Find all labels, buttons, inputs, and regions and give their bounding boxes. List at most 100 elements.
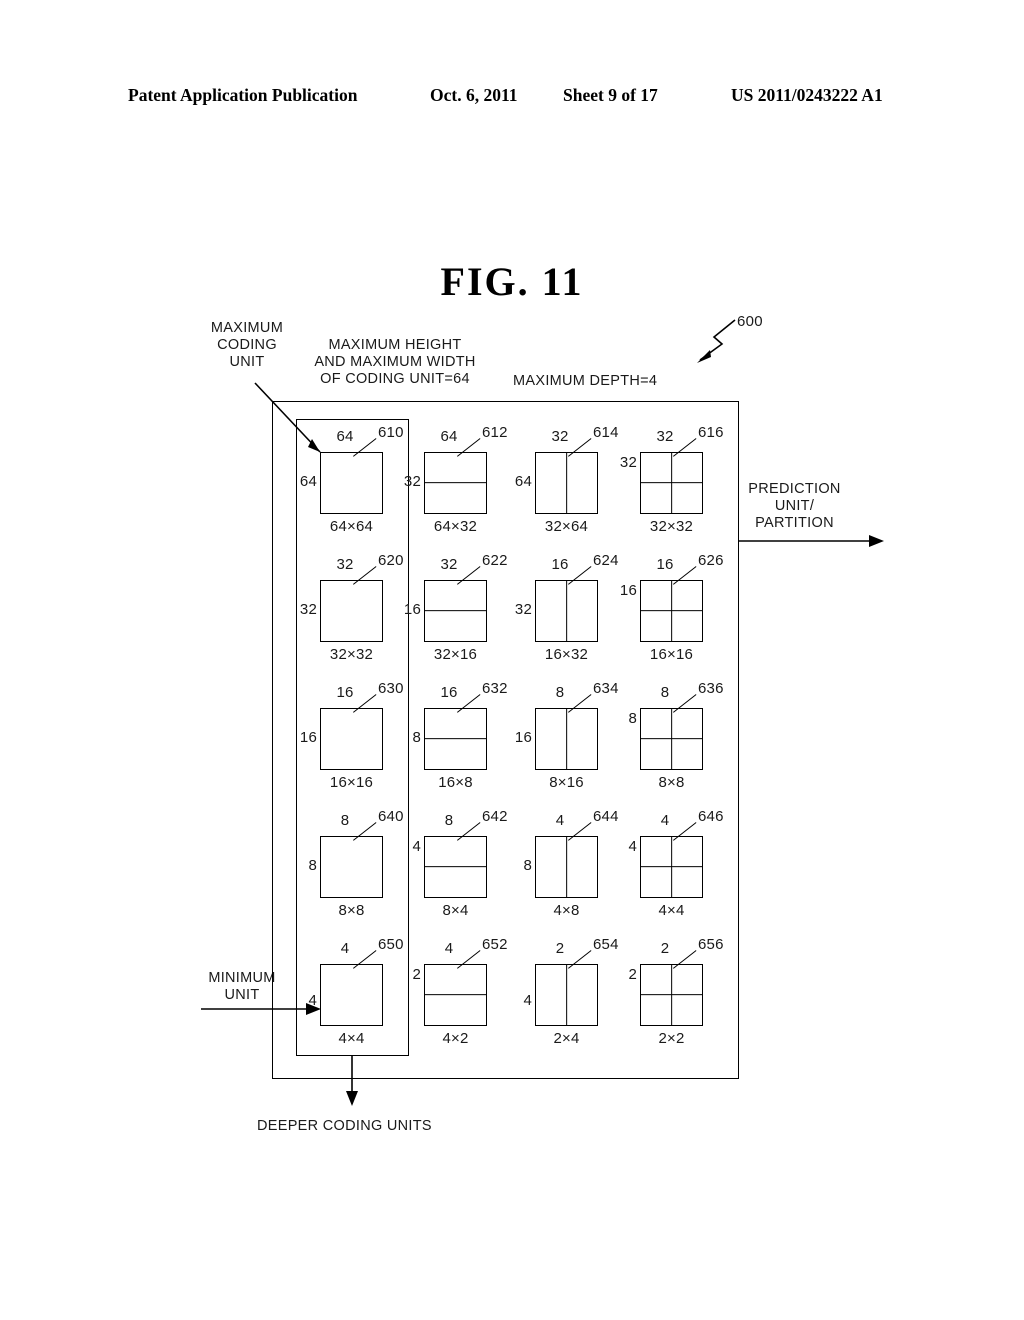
coding-unit-622 [424,580,487,642]
cu-636-dimension-label: 8×8 [658,774,685,791]
coding-unit-620 [320,580,383,642]
cu-644-reference-numeral: 644 [593,808,619,825]
cu-616-reference-numeral: 616 [698,424,724,441]
cu-642-reference-numeral: 642 [482,808,508,825]
vertical-split-line [565,581,567,641]
cu-612-dimension-label: 64×32 [433,518,478,535]
coding-unit-644 [535,836,598,898]
cu-650-reference-numeral: 650 [378,936,404,953]
cu-650-height-label: 4 [308,992,317,1009]
coding-unit-646 [640,836,703,898]
horizontal-split-line [425,610,486,612]
cu-652-reference-numeral: 652 [482,936,508,953]
cu-654-width-label: 2 [555,940,565,957]
horizontal-split-line [425,994,486,996]
cu-646-height-label: 4 [628,838,637,855]
deeper-coding-units-arrowhead [346,1091,358,1106]
cu-614-height-label: 64 [514,473,532,490]
maximum-depth-label: MAXIMUM DEPTH=4 [513,373,658,389]
cu-640-width-label: 8 [340,812,350,829]
cu-640-reference-numeral: 640 [378,808,404,825]
cu-630-dimension-label: 16×16 [329,774,374,791]
cu-612-height-label: 32 [403,473,421,490]
coding-unit-626 [640,580,703,642]
cu-616-height-label: 32 [619,454,637,471]
cu-612-reference-numeral: 612 [482,424,508,441]
cu-642-height-label: 4 [412,838,421,855]
cu-642-dimension-label: 8×4 [442,902,469,919]
cu-614-dimension-label: 32×64 [544,518,589,535]
cu-652-width-label: 4 [444,940,454,957]
horizontal-split-line [425,866,486,868]
cu-646-width-label: 4 [660,812,670,829]
cu-616-width-label: 32 [656,428,674,445]
cu-650-dimension-label: 4×4 [338,1030,365,1047]
coding-unit-616 [640,452,703,514]
cu-610-reference-numeral: 610 [378,424,404,441]
cu-632-reference-numeral: 632 [482,680,508,697]
coding-unit-656 [640,964,703,1026]
cu-634-height-label: 16 [514,729,532,746]
cu-624-dimension-label: 16×32 [544,646,589,663]
coding-unit-634 [535,708,598,770]
cu-630-height-label: 16 [299,729,317,746]
diagram-ref-arrowhead [697,350,711,363]
cu-622-width-label: 32 [440,556,458,573]
cu-656-height-label: 2 [628,966,637,983]
prediction-unit-arrowhead [869,535,884,547]
publication-label: Patent Application Publication [128,85,358,105]
cu-656-dimension-label: 2×2 [658,1030,685,1047]
cu-636-height-label: 8 [628,710,637,727]
maximum-coding-unit-label: MAXIMUM CODING UNIT [210,320,284,370]
cu-634-reference-numeral: 634 [593,680,619,697]
cu-620-reference-numeral: 620 [378,552,404,569]
cu-634-width-label: 8 [555,684,565,701]
cu-622-reference-numeral: 622 [482,552,508,569]
cu-610-width-label: 64 [336,428,354,445]
cu-652-height-label: 2 [412,966,421,983]
coding-unit-642 [424,836,487,898]
coding-unit-640 [320,836,383,898]
diagram-ref-leader [699,319,736,361]
cu-616-dimension-label: 32×32 [649,518,694,535]
coding-unit-654 [535,964,598,1026]
vertical-split-line [565,453,567,513]
cu-630-width-label: 16 [336,684,354,701]
cu-622-height-label: 16 [403,601,421,618]
cu-646-reference-numeral: 646 [698,808,724,825]
cu-610-dimension-label: 64×64 [329,518,374,535]
cu-632-dimension-label: 16×8 [438,774,473,791]
figure-title: FIG. 11 [440,259,584,304]
cu-622-dimension-label: 32×16 [433,646,478,663]
cu-620-height-label: 32 [299,601,317,618]
cu-632-height-label: 8 [412,729,421,746]
cu-626-height-label: 16 [619,582,637,599]
vertical-split-line [565,837,567,897]
cu-644-width-label: 4 [555,812,565,829]
prediction-unit-label: PREDICTION UNIT/ PARTITION [748,481,841,531]
coding-unit-650 [320,964,383,1026]
cu-630-reference-numeral: 630 [378,680,404,697]
cu-612-width-label: 64 [440,428,458,445]
cu-624-width-label: 16 [551,556,569,573]
cu-626-width-label: 16 [656,556,674,573]
diagram-ref-600: 600 [737,313,763,330]
cu-636-width-label: 8 [660,684,670,701]
coding-unit-630 [320,708,383,770]
sheet-number: Sheet 9 of 17 [563,85,658,105]
horizontal-split-line [425,482,486,484]
cu-626-dimension-label: 16×16 [649,646,694,663]
max-height-width-label: MAXIMUM HEIGHT AND MAXIMUM WIDTH OF CODI… [314,337,476,387]
horizontal-split-line [425,738,486,740]
cu-644-height-label: 8 [523,857,532,874]
coding-unit-614 [535,452,598,514]
deeper-coding-units-label: DEEPER CODING UNITS [257,1118,432,1134]
coding-unit-610 [320,452,383,514]
vertical-split-line [670,453,672,513]
cu-654-height-label: 4 [523,992,532,1009]
vertical-split-line [670,837,672,897]
cu-646-dimension-label: 4×4 [658,902,685,919]
cu-656-width-label: 2 [660,940,670,957]
cu-636-reference-numeral: 636 [698,680,724,697]
cu-626-reference-numeral: 626 [698,552,724,569]
